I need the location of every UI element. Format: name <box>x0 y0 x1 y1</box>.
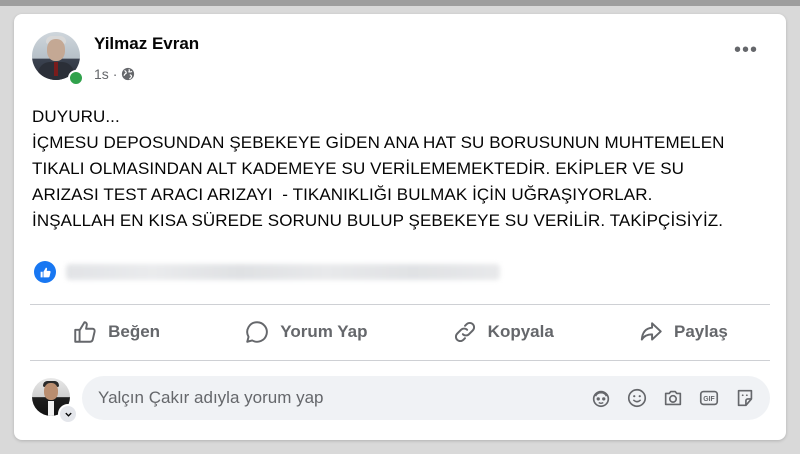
online-status-dot <box>68 70 84 86</box>
globe-icon[interactable] <box>121 67 135 81</box>
more-options-button[interactable]: ••• <box>734 40 758 60</box>
like-button[interactable]: Beğen <box>72 319 160 345</box>
comment-composer: GIF <box>82 376 770 420</box>
copy-button[interactable]: Kopyala <box>452 319 554 345</box>
share-button[interactable]: Paylaş <box>638 319 728 345</box>
post-text: DUYURU... İÇMESU DEPOSUNDAN ŞEBEKEYE GİD… <box>32 104 772 234</box>
post-meta: 1s · <box>94 66 135 82</box>
author-name[interactable]: Yilmaz Evran <box>94 34 199 54</box>
emoji-icon[interactable] <box>624 385 650 411</box>
post-actions-bar: Beğen Yorum Yap Kopyala Paylaş <box>30 306 770 358</box>
gif-icon[interactable]: GIF <box>696 385 722 411</box>
camera-icon[interactable] <box>660 385 686 411</box>
comment-input[interactable] <box>98 376 568 420</box>
post-text-line: ARIZASI TEST ARACI ARIZAYI - TIKANIKLIĞI… <box>32 185 653 204</box>
link-icon <box>454 321 475 343</box>
comment-bubble-icon <box>246 321 269 343</box>
comment-button[interactable]: Yorum Yap <box>244 319 367 345</box>
divider <box>30 360 770 361</box>
post-text-line: TIKALI OLMASINDAN ALT KADEMEYE SU VERİLE… <box>32 159 685 178</box>
thumbs-up-icon <box>74 321 96 343</box>
post-text-line: DUYURU... <box>32 107 120 126</box>
comment-label: Yorum Yap <box>280 322 368 341</box>
meta-separator: · <box>112 66 118 82</box>
share-arrow-icon <box>640 322 662 341</box>
avatar-sticker-icon[interactable] <box>588 385 614 411</box>
post-time[interactable]: 1s <box>94 66 109 82</box>
reactions-names-blurred[interactable] <box>66 264 500 280</box>
post-text-line: İÇMESU DEPOSUNDAN ŞEBEKEYE GİDEN ANA HAT… <box>32 133 725 152</box>
comment-tools: GIF <box>588 376 758 420</box>
like-label: Beğen <box>108 322 161 341</box>
post-card: Yilmaz Evran 1s · ••• DUYURU... İÇMESU D… <box>14 14 786 440</box>
share-label: Paylaş <box>674 322 728 341</box>
window-top-border <box>0 0 800 6</box>
divider <box>30 304 770 305</box>
chevron-down-icon[interactable] <box>58 404 78 424</box>
copy-label: Kopyala <box>487 322 554 341</box>
svg-text:GIF: GIF <box>703 396 714 403</box>
post-text-line: İNŞALLAH EN KISA SÜREDE SORUNU BULUP ŞEB… <box>32 211 724 230</box>
sticker-icon[interactable] <box>732 385 758 411</box>
like-reaction-icon[interactable] <box>34 261 56 283</box>
